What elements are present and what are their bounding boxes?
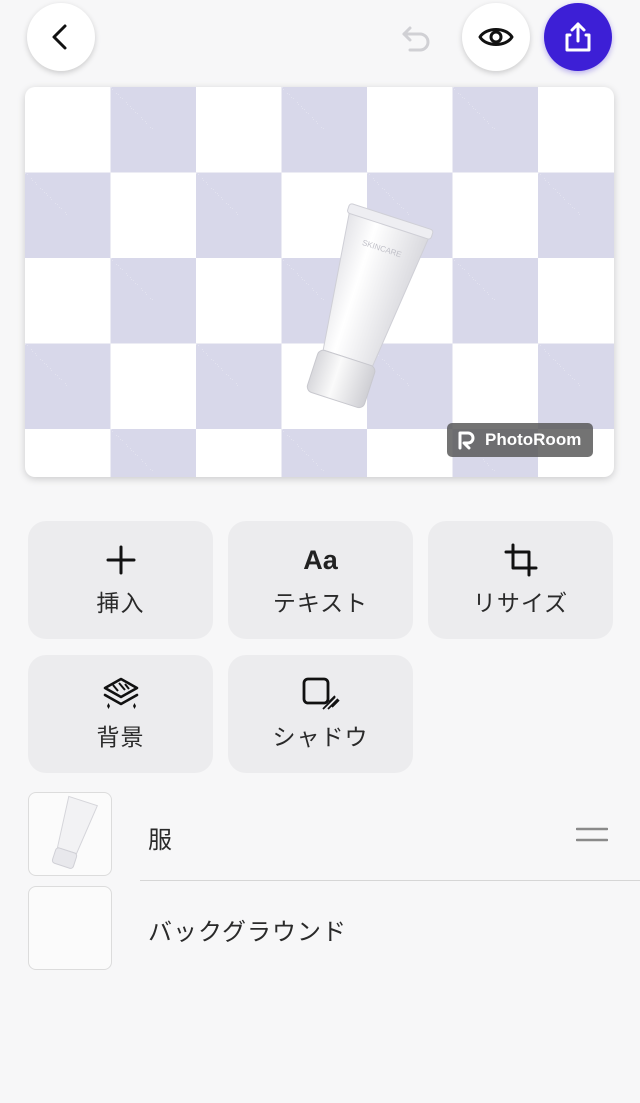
chevron-left-icon <box>52 24 67 50</box>
text-label: テキスト <box>272 591 369 617</box>
editor-screen: SKINCARE PhotoRoom 挿入 Aa テキスト リサイズ 背景 シャ… <box>0 0 640 1103</box>
insert-button[interactable]: 挿入 <box>28 521 213 639</box>
top-bar <box>0 0 640 80</box>
shadow-icon <box>302 677 340 710</box>
photoroom-watermark: PhotoRoom <box>447 423 593 457</box>
aa-text-icon: Aa <box>303 544 338 575</box>
shadow-button[interactable]: シャドウ <box>228 655 413 773</box>
undo-icon <box>402 26 430 52</box>
drag-handle-icon[interactable] <box>575 825 609 849</box>
layer-label-clothes[interactable]: 服 <box>148 820 173 855</box>
image-canvas[interactable]: SKINCARE PhotoRoom <box>25 87 614 477</box>
layers-icon <box>103 677 138 709</box>
resize-label: リサイズ <box>472 591 569 617</box>
background-label: 背景 <box>96 725 145 751</box>
background-button[interactable]: 背景 <box>28 655 213 773</box>
eye-icon <box>478 28 514 46</box>
insert-label: 挿入 <box>96 591 145 617</box>
plus-icon <box>106 545 135 575</box>
shadow-label: シャドウ <box>272 725 369 751</box>
layer-thumbnail-background[interactable] <box>28 886 112 970</box>
preview-button[interactable] <box>462 3 530 71</box>
photoroom-logo-icon <box>458 431 475 450</box>
share-button[interactable] <box>544 3 612 71</box>
text-button[interactable]: Aa テキスト <box>228 521 413 639</box>
product-tube-image[interactable]: SKINCARE <box>270 199 445 429</box>
resize-button[interactable]: リサイズ <box>428 521 613 639</box>
crop-icon <box>504 543 537 577</box>
product-thumbnail-image <box>51 795 99 869</box>
share-icon <box>565 22 591 52</box>
undo-button[interactable] <box>381 5 449 73</box>
watermark-text: PhotoRoom <box>485 430 582 449</box>
layer-label-background[interactable]: バックグラウンド <box>148 912 347 947</box>
back-button[interactable] <box>27 3 95 71</box>
layer-divider <box>140 880 640 881</box>
layer-thumbnail-clothes[interactable] <box>28 792 112 876</box>
